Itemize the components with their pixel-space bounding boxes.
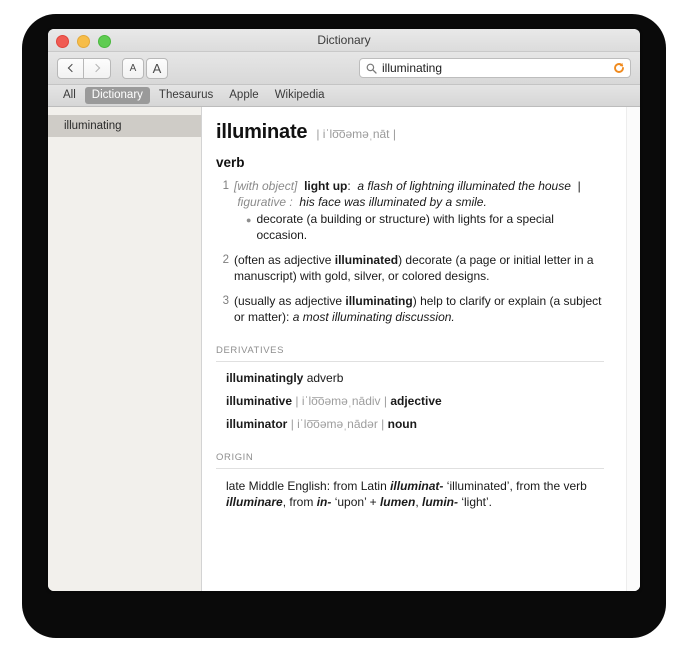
- window-titlebar: Dictionary: [48, 29, 640, 52]
- sense-2-form: illuminated: [334, 253, 399, 267]
- reset-history-icon[interactable]: [613, 62, 625, 74]
- example-1: a flash of lightning illuminated the hou…: [357, 179, 571, 193]
- derivative-3: illuminator | iˈlo͞oəməˌnādər | noun: [216, 417, 604, 432]
- origin-text: late Middle English: from Latin illumina…: [216, 478, 604, 510]
- derivative-pos: noun: [387, 417, 417, 431]
- origin-part-4: ‘upon’ +: [331, 495, 380, 509]
- increase-font-size-button[interactable]: A: [146, 57, 168, 79]
- origin-part-5: ,: [415, 495, 422, 509]
- sense-3-form: illuminating: [345, 294, 413, 308]
- origin-latin-3: in-: [316, 495, 332, 509]
- vertical-scrollbar[interactable]: [626, 107, 640, 591]
- derivatives-label: DERIVATIVES: [216, 345, 285, 356]
- definition-keyword: light up: [304, 179, 348, 193]
- origin-latin-2: illuminare: [226, 495, 283, 509]
- derivative-pos: adverb: [306, 371, 344, 385]
- font-size-controls: A A: [122, 57, 168, 79]
- derivative-phonetic: | iˈlo͞oəməˌnādər |: [290, 417, 385, 431]
- grammar-label: [with object]: [234, 179, 298, 193]
- tab-all[interactable]: All: [56, 87, 83, 104]
- search-input-value[interactable]: illuminating: [382, 61, 613, 75]
- origin-part-1: late Middle English: from Latin: [226, 479, 391, 493]
- part-of-speech: verb: [216, 155, 245, 170]
- sense-2-prefix: (often as adjective: [234, 253, 335, 267]
- origin-part-2: ‘illuminated’, from the verb: [443, 479, 587, 493]
- sense-body: (often as adjective illuminated) decorat…: [234, 253, 604, 284]
- dictionary-entry: illuminate | iˈlo͞oəməˌnāt | verb 1 [wit…: [202, 107, 626, 591]
- decrease-font-size-button[interactable]: A: [122, 57, 144, 79]
- sense-number: 2: [222, 254, 229, 266]
- subsense-1: ● decorate (a building or structure) wit…: [234, 212, 604, 243]
- derivative-pos: adjective: [390, 394, 442, 408]
- example-separator: |: [577, 179, 581, 193]
- dictionary-window: Dictionary A A illuminating All Dictiona…: [48, 29, 640, 591]
- sense-3: 3 (usually as adjective illuminating) he…: [216, 294, 604, 325]
- figurative-label: figurative :: [237, 194, 293, 209]
- chevron-right-icon: [91, 63, 101, 73]
- tab-wikipedia[interactable]: Wikipedia: [268, 87, 332, 104]
- back-button[interactable]: [57, 57, 84, 79]
- example-3: a most illuminating discussion.: [292, 309, 455, 324]
- headword: illuminate: [216, 121, 308, 143]
- window-title: Dictionary: [317, 33, 371, 47]
- origin-divider: [216, 468, 604, 469]
- figurative-example: his face was illuminated by a smile.: [299, 194, 487, 209]
- definition-punct: :: [347, 179, 351, 193]
- source-tabbar: All Dictionary Thesaurus Apple Wikipedia: [48, 85, 640, 107]
- derivatives-divider: [216, 361, 604, 362]
- content-split: illuminating illuminate | iˈlo͞oəməˌnāt …: [48, 107, 640, 591]
- derivative-word: illuminatingly: [226, 371, 304, 385]
- derivative-word: illuminative: [226, 394, 293, 408]
- sense-body: (usually as adjective illuminating) help…: [234, 294, 604, 325]
- bullet-icon: ●: [246, 215, 252, 225]
- origin-label: ORIGIN: [216, 452, 254, 463]
- tab-apple[interactable]: Apple: [222, 87, 265, 104]
- derivative-word: illuminator: [226, 417, 288, 431]
- sense-1: 1 [with object] light up: a flash of lig…: [216, 179, 604, 243]
- subsense-text: decorate (a building or structure) with …: [256, 212, 554, 242]
- definition-pane: illuminate | iˈlo͞oəməˌnāt | verb 1 [wit…: [202, 107, 640, 591]
- sidebar-item-illuminating[interactable]: illuminating: [48, 115, 201, 137]
- forward-button[interactable]: [84, 57, 111, 79]
- search-icon: [366, 63, 377, 74]
- results-sidebar: illuminating: [48, 107, 202, 591]
- navigation-segmented-control: [57, 57, 111, 79]
- sense-3-prefix: (usually as adjective: [234, 294, 346, 308]
- origin-latin-4: lumen: [379, 495, 416, 509]
- headword-row: illuminate | iˈlo͞oəməˌnāt |: [216, 121, 604, 144]
- origin-latin-1: illuminat-: [390, 479, 444, 493]
- sense-number: 3: [222, 295, 229, 307]
- sense-body: [with object] light up: a flash of light…: [234, 179, 604, 243]
- tab-thesaurus[interactable]: Thesaurus: [152, 87, 220, 104]
- derivative-phonetic: | iˈlo͞oəməˌnādiv |: [295, 394, 387, 408]
- chevron-left-icon: [67, 63, 76, 73]
- origin-part-3: , from: [282, 495, 317, 509]
- derivative-2: illuminative | iˈlo͞oəməˌnādiv | adjecti…: [216, 394, 604, 409]
- origin-latin-5: lumin-: [421, 495, 458, 509]
- origin-part-6: ‘light’.: [457, 495, 492, 509]
- sense-number: 1: [222, 180, 229, 192]
- sense-2: 2 (often as adjective illuminated) decor…: [216, 253, 604, 284]
- toolbar: A A illuminating: [48, 52, 640, 85]
- tab-dictionary[interactable]: Dictionary: [84, 87, 150, 104]
- derivative-1: illuminatingly adverb: [216, 371, 604, 386]
- search-field[interactable]: illuminating: [359, 58, 631, 78]
- pronunciation: | iˈlo͞oəməˌnāt |: [316, 127, 396, 141]
